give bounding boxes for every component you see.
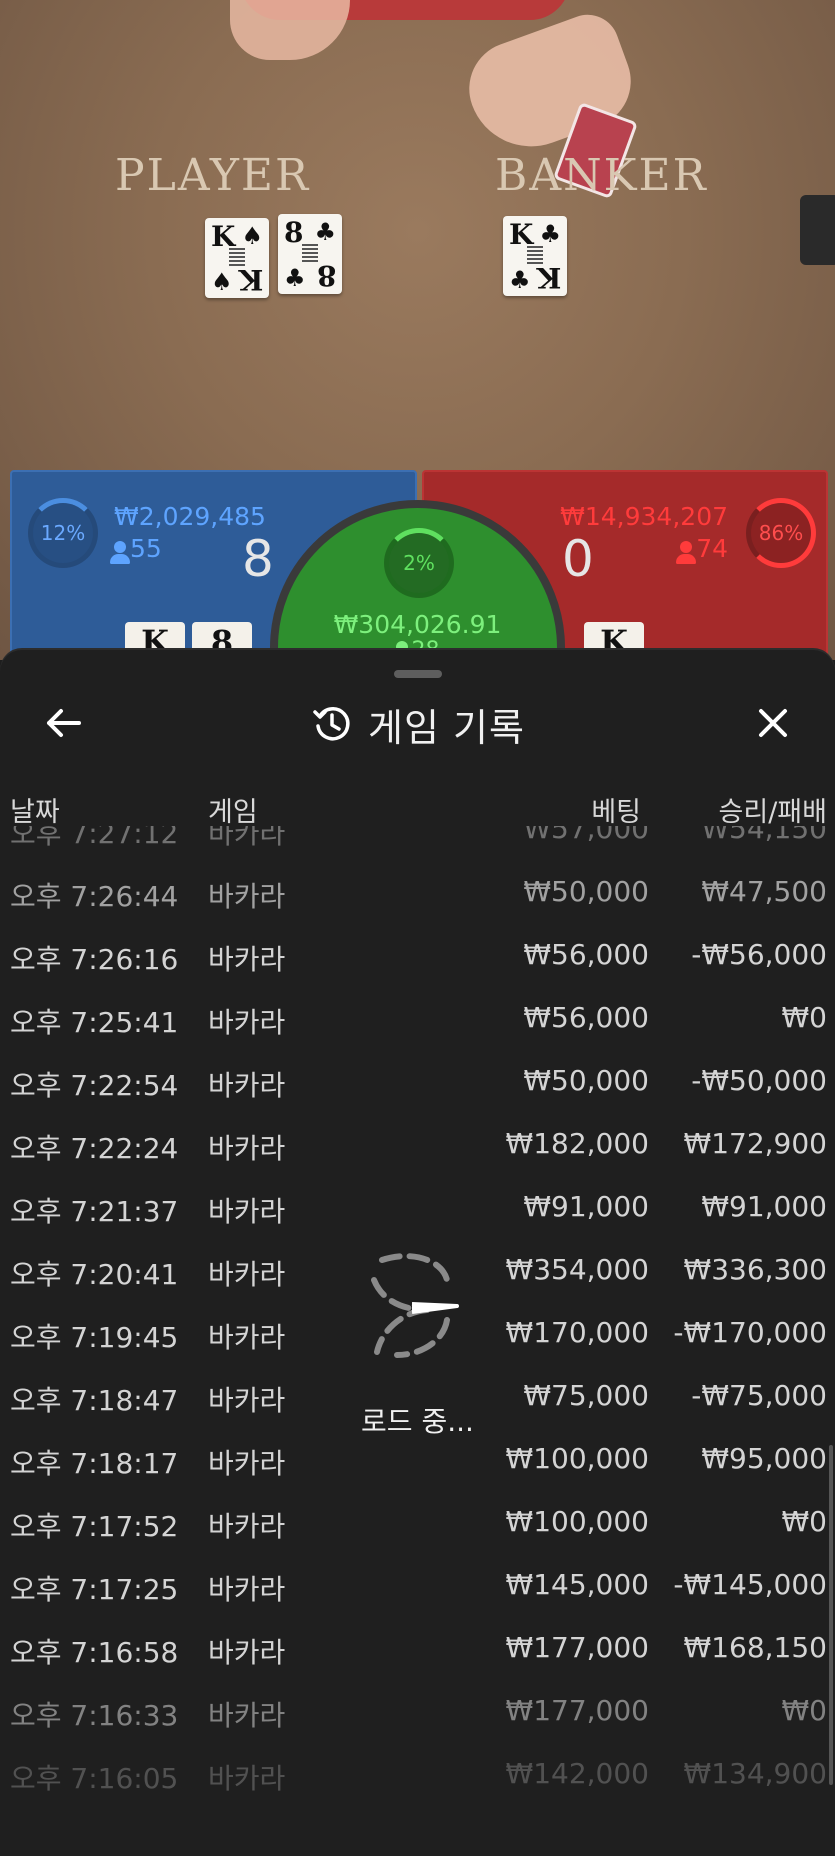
column-header-date: 날짜 [10,797,60,828]
table-row[interactable]: 오후 7:16:05 바카라 ₩142,000 ₩134,900 [0,1739,835,1802]
loading-indicator: 로드 중... [330,1240,480,1438]
banker-percent-ring: 86% [746,498,816,568]
game-history-sheet: 게임 기록 날짜 게임 베팅 승리/패배 오후 7:27:12 바카라 ₩57,0… [0,650,835,1856]
scrollbar[interactable] [829,1445,833,1785]
sheet-drag-handle[interactable] [394,670,442,678]
sheet-header: 게임 기록 [0,696,835,752]
banker-score: 0 [562,530,594,588]
card-shoe [800,195,835,265]
history-icon [310,702,354,746]
column-header-game: 게임 [208,797,258,828]
table-row[interactable]: 오후 7:16:33 바카라 ₩177,000 ₩0 [0,1676,835,1739]
sheet-title: 게임 기록 [368,705,525,750]
table-row[interactable]: 오후 7:22:54 바카라 ₩50,000 -₩50,000 [0,1046,835,1109]
felt-banker-label: BANKER [495,150,708,201]
person-icon [676,541,697,564]
table-row[interactable]: 오후 7:27:12 바카라 ₩57,000 ₩54,150 [0,826,835,857]
table-row[interactable]: 오후 7:21:37 바카라 ₩91,000 ₩91,000 [0,1172,835,1235]
table-row[interactable]: 오후 7:25:41 바카라 ₩56,000 ₩0 [0,983,835,1046]
player-score: 8 [242,530,274,588]
table-row[interactable]: 오후 7:16:58 바카라 ₩177,000 ₩168,150 [0,1613,835,1676]
player-table-card-1: K ♠ ♠ K [205,218,269,298]
player-percent-ring: 12% [28,498,98,568]
column-header-bet: 베팅 [591,797,641,828]
table-row[interactable]: 오후 7:26:44 바카라 ₩50,000 ₩47,500 [0,857,835,920]
felt-player-label: PLAYER [115,150,311,201]
column-header-result: 승리/패배 [718,797,827,828]
loading-spinner-icon [371,1253,459,1358]
close-icon [759,709,787,737]
banker-count: 74 [676,534,728,564]
banker-total-amount: ₩14,934,207 [560,502,728,531]
player-count: 55 [110,534,162,564]
table-row[interactable]: 오후 7:17:52 바카라 ₩100,000 ₩0 [0,1487,835,1550]
loading-text: 로드 중... [361,1405,474,1438]
table-row[interactable]: 오후 7:22:24 바카라 ₩182,000 ₩172,900 [0,1109,835,1172]
table-row[interactable]: 오후 7:26:16 바카라 ₩56,000 -₩56,000 [0,920,835,983]
player-table-card-2: 8 ♣ ♣ 8 [278,214,342,294]
tie-total-amount: ₩304,026.91 [333,610,502,639]
table-row[interactable]: 오후 7:17:25 바카라 ₩145,000 -₩145,000 [0,1550,835,1613]
close-button[interactable] [748,698,798,748]
live-table-video: PLAYER BANKER K ♠ ♠ K 8 ♣ ♣ 8 K ♣ ♣ K 12% ₩2,0… [0,0,835,660]
person-icon [110,541,130,564]
tie-percent-ring: 2% [384,528,454,598]
player-total-amount: ₩2,029,485 [114,502,266,531]
dealer-arm [230,0,350,60]
banker-table-card-1: K ♣ ♣ K [503,216,567,296]
